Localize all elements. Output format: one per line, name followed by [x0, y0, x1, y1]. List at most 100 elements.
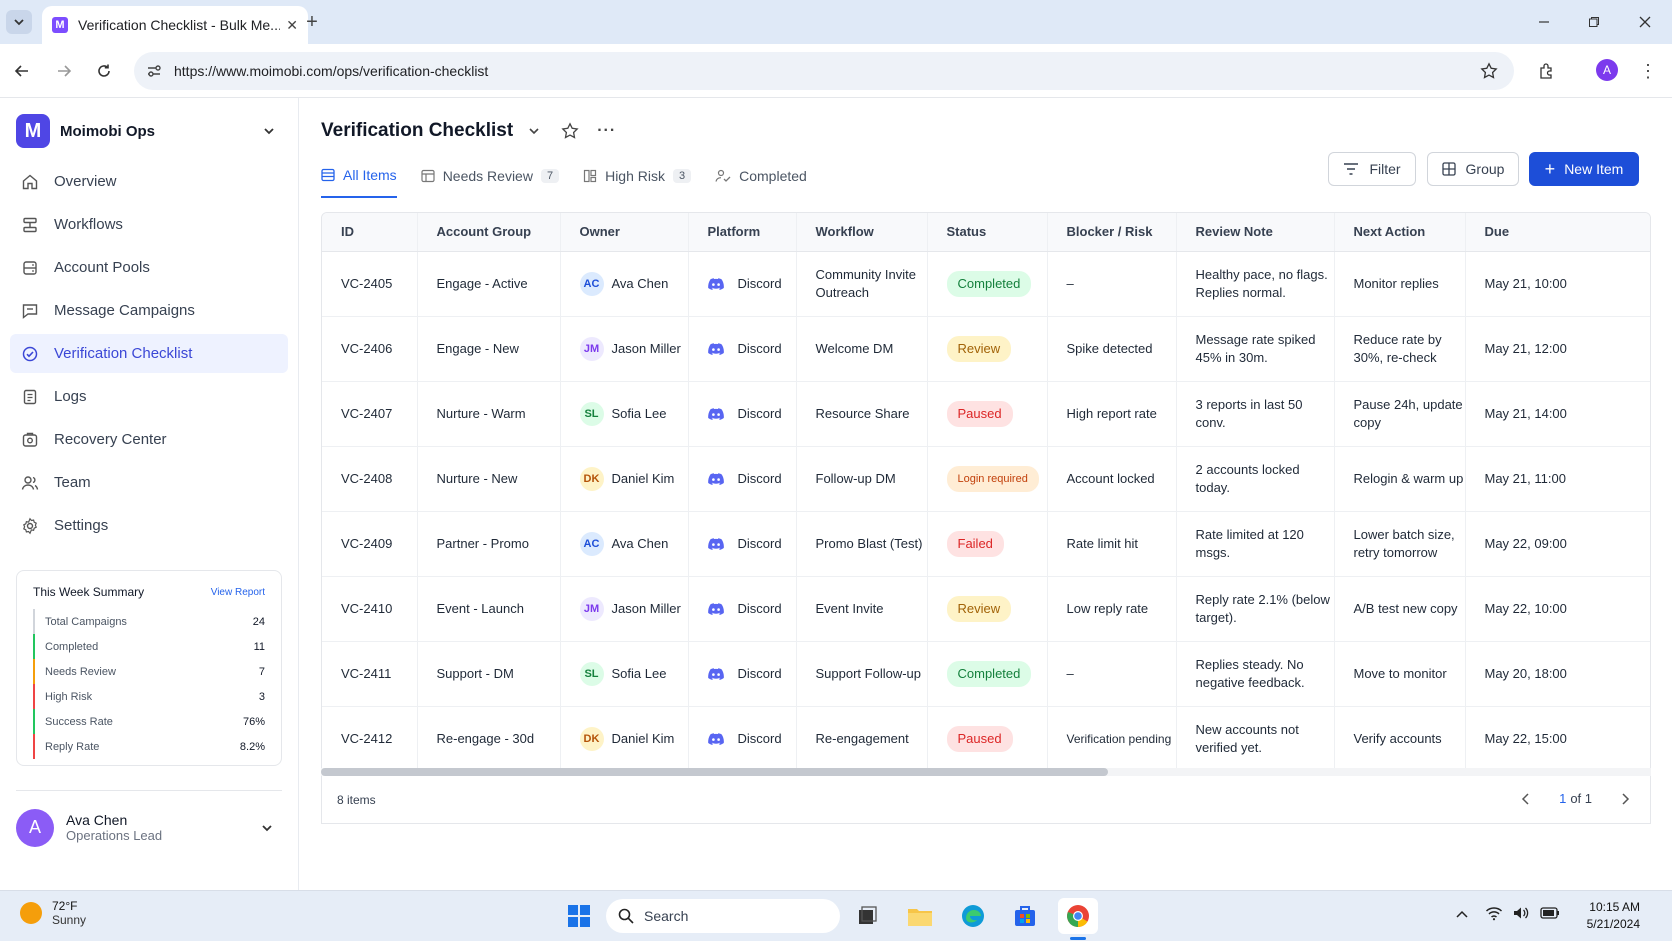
scrollbar-thumb[interactable] [321, 768, 1108, 776]
table-row[interactable]: VC-2411 Support - DM SL Sofia Lee Discord Sup… [322, 641, 1650, 707]
sidebar-item-logs[interactable]: Logs [10, 377, 288, 416]
browser-tab[interactable]: M Verification Checklist - Bulk Me... ✕ [42, 6, 308, 44]
avatar: JM [579, 336, 604, 361]
sidebar-item-recovery-center[interactable]: Recovery Center [10, 420, 288, 459]
column-header[interactable]: Next Action [1333, 213, 1465, 252]
sidebar-item-workflows[interactable]: Workflows [10, 205, 288, 244]
cell-blocker: Verification pending [1046, 706, 1176, 772]
filter-button[interactable]: Filter [1328, 152, 1416, 186]
new-tab-icon[interactable]: + [300, 10, 324, 34]
sidebar-item-settings[interactable]: Settings [10, 506, 288, 545]
platform-name: Discord [737, 600, 782, 616]
close-window-icon[interactable] [1633, 10, 1657, 34]
column-header[interactable]: Workflow [795, 213, 927, 252]
table-row[interactable]: VC-2407 Nurture - Warm SL Sofia Lee Discord R… [322, 381, 1650, 447]
site-settings-icon[interactable] [146, 63, 162, 79]
show-hidden-icons-icon[interactable] [1455, 909, 1469, 919]
status-badge[interactable]: Paused [946, 725, 1013, 752]
next-page-icon[interactable] [1620, 792, 1630, 805]
minimize-icon[interactable] [1532, 10, 1556, 34]
browser-menu-icon[interactable]: ⋮ [1638, 58, 1658, 84]
tab-high-risk[interactable]: High Risk 3 [583, 154, 692, 198]
column-header[interactable]: ID [322, 213, 417, 252]
clock[interactable]: 10:15 AM 5/21/2024 [1580, 899, 1640, 933]
status-badge[interactable]: Review [946, 335, 1012, 362]
table-row[interactable]: VC-2412 Re-engage - 30d DK Daniel Kim Discor… [322, 706, 1650, 772]
sidebar-item-verification-checklist[interactable]: Verification Checklist [10, 334, 288, 373]
column-header[interactable]: Owner [559, 213, 688, 252]
column-header[interactable]: Blocker / Risk [1046, 213, 1176, 252]
user-menu[interactable]: A Ava Chen Operations Lead [16, 790, 282, 850]
file-explorer-icon[interactable] [904, 900, 936, 932]
battery-icon[interactable] [1540, 907, 1560, 919]
sidebar-item-account-pools[interactable]: Account Pools [10, 248, 288, 287]
chevron-down-icon[interactable] [260, 821, 274, 835]
profile-avatar[interactable]: A [1596, 59, 1618, 81]
tab-close-icon[interactable]: ✕ [286, 17, 298, 34]
column-header[interactable]: Account Group [416, 213, 560, 252]
title-chevron-down-icon[interactable] [527, 124, 541, 138]
risk-icon [583, 169, 597, 183]
view-report-link[interactable]: View Report [211, 587, 265, 598]
tab-label: Completed [739, 168, 807, 184]
weather-widget[interactable]: 72°F Sunny [20, 899, 86, 927]
sidebar-item-message-campaigns[interactable]: Message Campaigns [10, 291, 288, 330]
task-view-icon[interactable] [851, 900, 883, 932]
status-badge[interactable]: Failed [946, 530, 1004, 557]
status-badge[interactable]: Completed [946, 660, 1032, 687]
horizontal-scrollbar[interactable] [321, 768, 1651, 776]
status-badge[interactable]: Paused [946, 400, 1013, 427]
more-options-icon[interactable]: ··· [597, 122, 616, 140]
store-icon[interactable] [1009, 900, 1041, 932]
table-icon [321, 168, 335, 182]
sidebar-item-overview[interactable]: Overview [10, 162, 288, 201]
chevron-down-icon[interactable] [262, 124, 276, 138]
group-button[interactable]: Group [1427, 152, 1519, 186]
cell-id: VC-2411 [322, 641, 417, 707]
status-badge[interactable]: Completed [946, 270, 1032, 297]
cell-blocker: – [1046, 641, 1176, 707]
table-row[interactable]: VC-2409 Partner - Promo AC Ava Chen Discord P… [322, 511, 1650, 577]
column-header[interactable]: Review Note [1175, 213, 1334, 252]
tab-label: All Items [343, 167, 397, 183]
table-row[interactable]: VC-2406 Engage - New JM Jason Miller Discord… [322, 316, 1650, 382]
summary-row: Total Campaigns 24 [33, 609, 265, 634]
tab-completed[interactable]: Completed [715, 154, 807, 198]
owner-name: Jason Miller [611, 340, 681, 356]
workspace-switcher[interactable]: M Moimobi Ops [16, 114, 276, 148]
tab-needs-review[interactable]: Needs Review 7 [421, 154, 560, 198]
summary-label: Needs Review [45, 665, 116, 678]
column-header[interactable]: Due [1464, 213, 1650, 252]
volume-icon[interactable] [1512, 905, 1530, 921]
column-header[interactable]: Status [926, 213, 1047, 252]
prev-page-icon[interactable] [1521, 792, 1531, 805]
bookmark-star-icon[interactable] [1480, 62, 1498, 80]
reload-icon[interactable] [92, 59, 116, 83]
user-role: Operations Lead [66, 828, 163, 843]
edge-browser-icon[interactable] [957, 900, 989, 932]
cell-account-group: Nurture - New [416, 446, 560, 512]
back-icon[interactable] [10, 59, 34, 83]
extensions-icon[interactable] [1534, 58, 1560, 84]
chrome-icon[interactable] [1058, 898, 1098, 934]
forward-icon[interactable] [52, 59, 76, 83]
new-item-button[interactable]: + New Item [1529, 152, 1639, 186]
taskbar-search[interactable]: Search [606, 899, 840, 933]
favorite-star-icon[interactable] [561, 122, 579, 140]
column-header[interactable]: Platform [687, 213, 796, 252]
page-total: of 1 [1570, 791, 1592, 806]
start-button[interactable] [563, 900, 595, 932]
wifi-icon[interactable] [1485, 905, 1503, 921]
status-badge[interactable]: Login required [946, 465, 1039, 492]
table-row[interactable]: VC-2405 Engage - Active AC Ava Chen Discord C… [322, 251, 1650, 317]
status-badge[interactable]: Review [946, 595, 1012, 622]
tab-all-items[interactable]: All Items [321, 154, 397, 198]
table-row[interactable]: VC-2410 Event - Launch JM Jason Miller Disco… [322, 576, 1650, 642]
table-row[interactable]: VC-2408 Nurture - New DK Daniel Kim Discord F… [322, 446, 1650, 512]
tab-list-dropdown-icon[interactable] [6, 10, 32, 34]
summary-row: Success Rate 76% [33, 709, 265, 734]
sidebar-item-team[interactable]: Team [10, 463, 288, 502]
url-field[interactable]: https://www.moimobi.com/ops/verification… [134, 52, 1514, 90]
restore-icon[interactable] [1582, 10, 1606, 34]
current-page: 1 [1559, 791, 1567, 806]
